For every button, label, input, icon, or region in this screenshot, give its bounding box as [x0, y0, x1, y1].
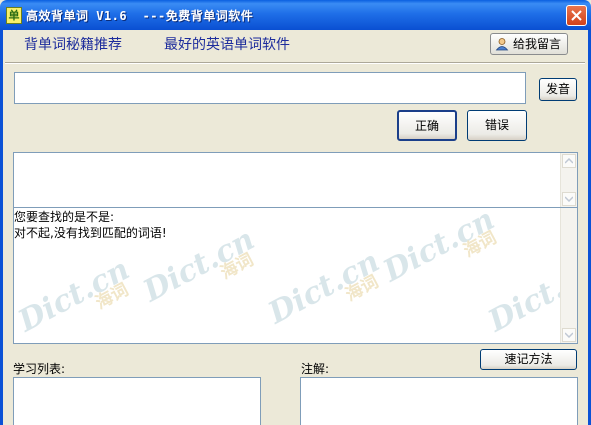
notes-label: 注解:	[301, 362, 330, 376]
title-bar[interactable]: 单 高效背单词 V1.6 ---免费背单词软件	[0, 0, 591, 30]
best-software-link[interactable]: 最好的英语单词软件	[164, 34, 290, 54]
wrong-button[interactable]: 错误	[467, 110, 527, 141]
result-message: 对不起,没有找到匹配的词语!	[14, 226, 167, 240]
separator	[5, 62, 585, 64]
scroll-up-button[interactable]	[562, 154, 576, 168]
tips-link[interactable]: 背单词秘籍推荐	[24, 34, 122, 54]
scroll-up-icon	[565, 158, 573, 164]
correct-button[interactable]: 正确	[397, 110, 457, 141]
pronounce-button[interactable]: 发音	[539, 78, 577, 101]
study-list-box[interactable]	[13, 377, 261, 425]
leave-message-button[interactable]: 给我留言	[490, 33, 568, 55]
result-prompt: 您要查找的是不是:	[14, 210, 115, 224]
result-scrollbar[interactable]	[560, 208, 577, 343]
scroll-down-icon	[565, 196, 573, 202]
result-scroll-down-button[interactable]	[562, 328, 576, 342]
definition-scrollbar[interactable]	[560, 153, 577, 207]
user-icon	[495, 38, 509, 51]
leave-message-label: 给我留言	[513, 37, 562, 51]
scroll-down-button[interactable]	[562, 192, 576, 206]
close-button[interactable]	[566, 5, 587, 26]
study-list-label: 学习列表:	[13, 362, 66, 376]
memory-method-button[interactable]: 速记方法	[480, 349, 577, 370]
word-input[interactable]	[14, 72, 526, 104]
window-title: 高效背单词 V1.6 ---免费背单词软件	[26, 9, 254, 23]
notes-box[interactable]	[300, 377, 578, 425]
definition-box[interactable]	[13, 152, 578, 208]
app-icon: 单	[6, 7, 22, 24]
close-icon	[571, 10, 582, 21]
scroll-down-icon	[565, 332, 573, 338]
